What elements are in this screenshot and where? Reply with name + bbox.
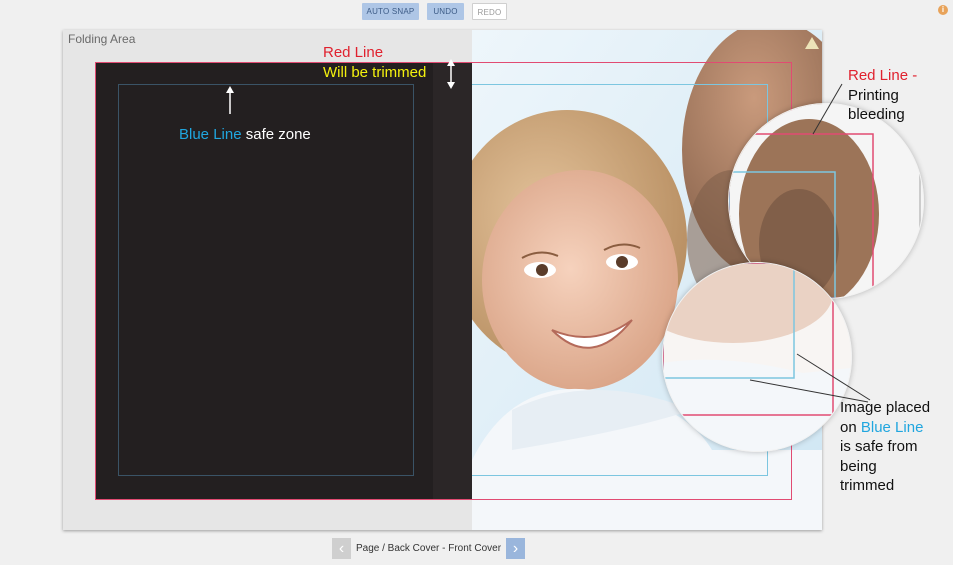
bleed-bleeding-text: bleeding	[848, 106, 905, 123]
safe-trimmed-text: trimmed	[840, 477, 895, 494]
auto-snap-button[interactable]: AUTO SNAP	[362, 3, 419, 20]
page-label: Page / Back Cover - Front Cover	[355, 543, 502, 554]
bleed-printing-text: Printing	[848, 86, 899, 104]
bleed-red-line-text: Red Line -	[848, 67, 918, 84]
blue-line-safe-zone-label: Blue Line safe zone	[179, 125, 311, 145]
will-be-trimmed-label: Will be trimmed	[323, 64, 427, 81]
safe-on-text: on	[840, 418, 861, 436]
chevron-left-icon: ‹	[338, 540, 345, 557]
info-icon[interactable]: i	[938, 5, 948, 15]
blue-line-text: Blue Line	[179, 126, 242, 143]
editor-toolbar: AUTO SNAP UNDO REDO	[0, 3, 953, 21]
safe-being-text: being	[840, 457, 877, 475]
folding-area-label: Folding Area	[68, 32, 136, 46]
chevron-right-icon: ›	[512, 540, 519, 557]
red-line-label: Red Line	[323, 44, 384, 61]
safe-zone-magnifier	[662, 262, 852, 452]
safe-blue-line-text: Blue Line	[860, 418, 924, 436]
safe-is-safe-from-text: is safe from	[840, 438, 918, 455]
next-page-button[interactable]: ›	[506, 538, 525, 559]
safe-on-blue-line-row: on Blue Line	[840, 418, 930, 438]
safe-image-placed-text: Image placed	[840, 399, 931, 416]
safe-from-trimming-note: Image placed on Blue Line is safe from b…	[840, 398, 930, 496]
redo-button[interactable]: REDO	[472, 3, 507, 20]
safe-zone-magnifier-view	[663, 263, 851, 451]
undo-button[interactable]: UNDO	[427, 3, 464, 20]
printing-bleeding-note: Red Line - Printing bleeding	[848, 66, 917, 125]
page-navigator: ‹ Page / Back Cover - Front Cover ›	[332, 538, 525, 559]
safe-zone-text: safe zone	[241, 126, 311, 143]
previous-page-button[interactable]: ‹	[332, 538, 351, 559]
